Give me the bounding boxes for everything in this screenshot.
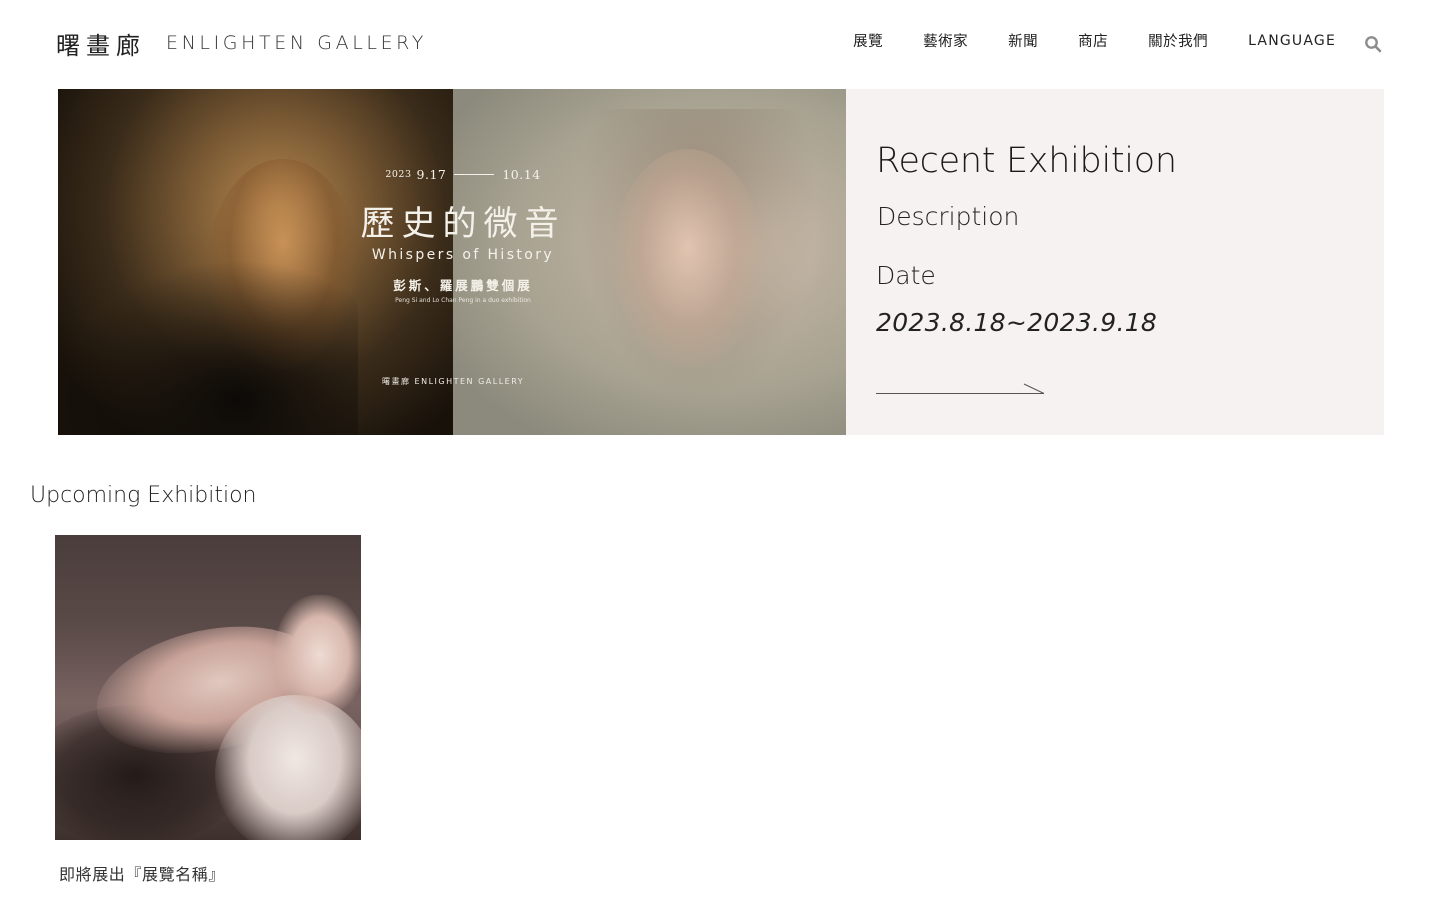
upcoming-exhibition-heading: Upcoming Exhibition	[30, 483, 257, 508]
gallery-logo[interactable]: 曙畫廊 ENLIGHTEN GALLERY	[56, 26, 427, 60]
poster-text-block: 2023 9.17 10.14 歷史的微音 Whispers of Histor…	[338, 167, 588, 304]
poster-artists-en: Peng Si and Lo Chan Peng in a duo exhibi…	[395, 297, 531, 304]
exhibition-description: Description	[877, 202, 1020, 231]
nav-item-artists[interactable]: 藝術家	[923, 30, 968, 51]
arrow-right-icon[interactable]	[876, 381, 1046, 395]
nav-item-about[interactable]: 關於我們	[1148, 30, 1208, 51]
nav-item-exhibitions[interactable]: 展覽	[853, 30, 883, 51]
upcoming-exhibition-card[interactable]: 即將展出『展覽名稱』	[55, 535, 361, 885]
poster-artists-cn: 彭斯、羅展鵬雙個展	[393, 278, 533, 293]
exhibition-poster[interactable]: 2023 9.17 10.14 歷史的微音 Whispers of Histor…	[58, 89, 846, 435]
poster-title-en: Whispers of History	[371, 247, 555, 263]
logo-english: ENLIGHTEN GALLERY	[166, 32, 427, 54]
poster-dates: 2023 9.17 10.14	[385, 167, 541, 182]
exhibition-date-label: Date	[876, 261, 936, 290]
exhibition-date-value: 2023.8.18~2023.9.18	[876, 308, 1158, 337]
nav-item-language[interactable]: LANGUAGE	[1248, 33, 1336, 49]
nav-item-news[interactable]: 新聞	[1008, 30, 1038, 51]
search-icon[interactable]	[1364, 35, 1382, 53]
exhibition-info-panel: Recent Exhibition Description Date 2023.…	[846, 89, 1384, 435]
nav-item-shop[interactable]: 商店	[1078, 30, 1108, 51]
logo-chinese: 曙畫廊	[56, 31, 146, 60]
recent-exhibition-title: Recent Exhibition	[876, 141, 1177, 181]
poster-title-cn: 歷史的微音	[360, 204, 566, 244]
poster-gallery-mark: 曙畫廊 ENLIGHTEN GALLERY	[382, 377, 525, 386]
upcoming-exhibition-caption[interactable]: 即將展出『展覽名稱』	[59, 861, 361, 885]
main-nav: 展覽 藝術家 新聞 商店 關於我們 LANGUAGE	[853, 30, 1382, 53]
site-header: 曙畫廊 ENLIGHTEN GALLERY 展覽 藝術家 新聞 商店 關於我們 …	[0, 0, 1440, 88]
upcoming-exhibition-image[interactable]	[55, 535, 361, 840]
recent-exhibition-hero: 2023 9.17 10.14 歷史的微音 Whispers of Histor…	[58, 89, 1384, 435]
